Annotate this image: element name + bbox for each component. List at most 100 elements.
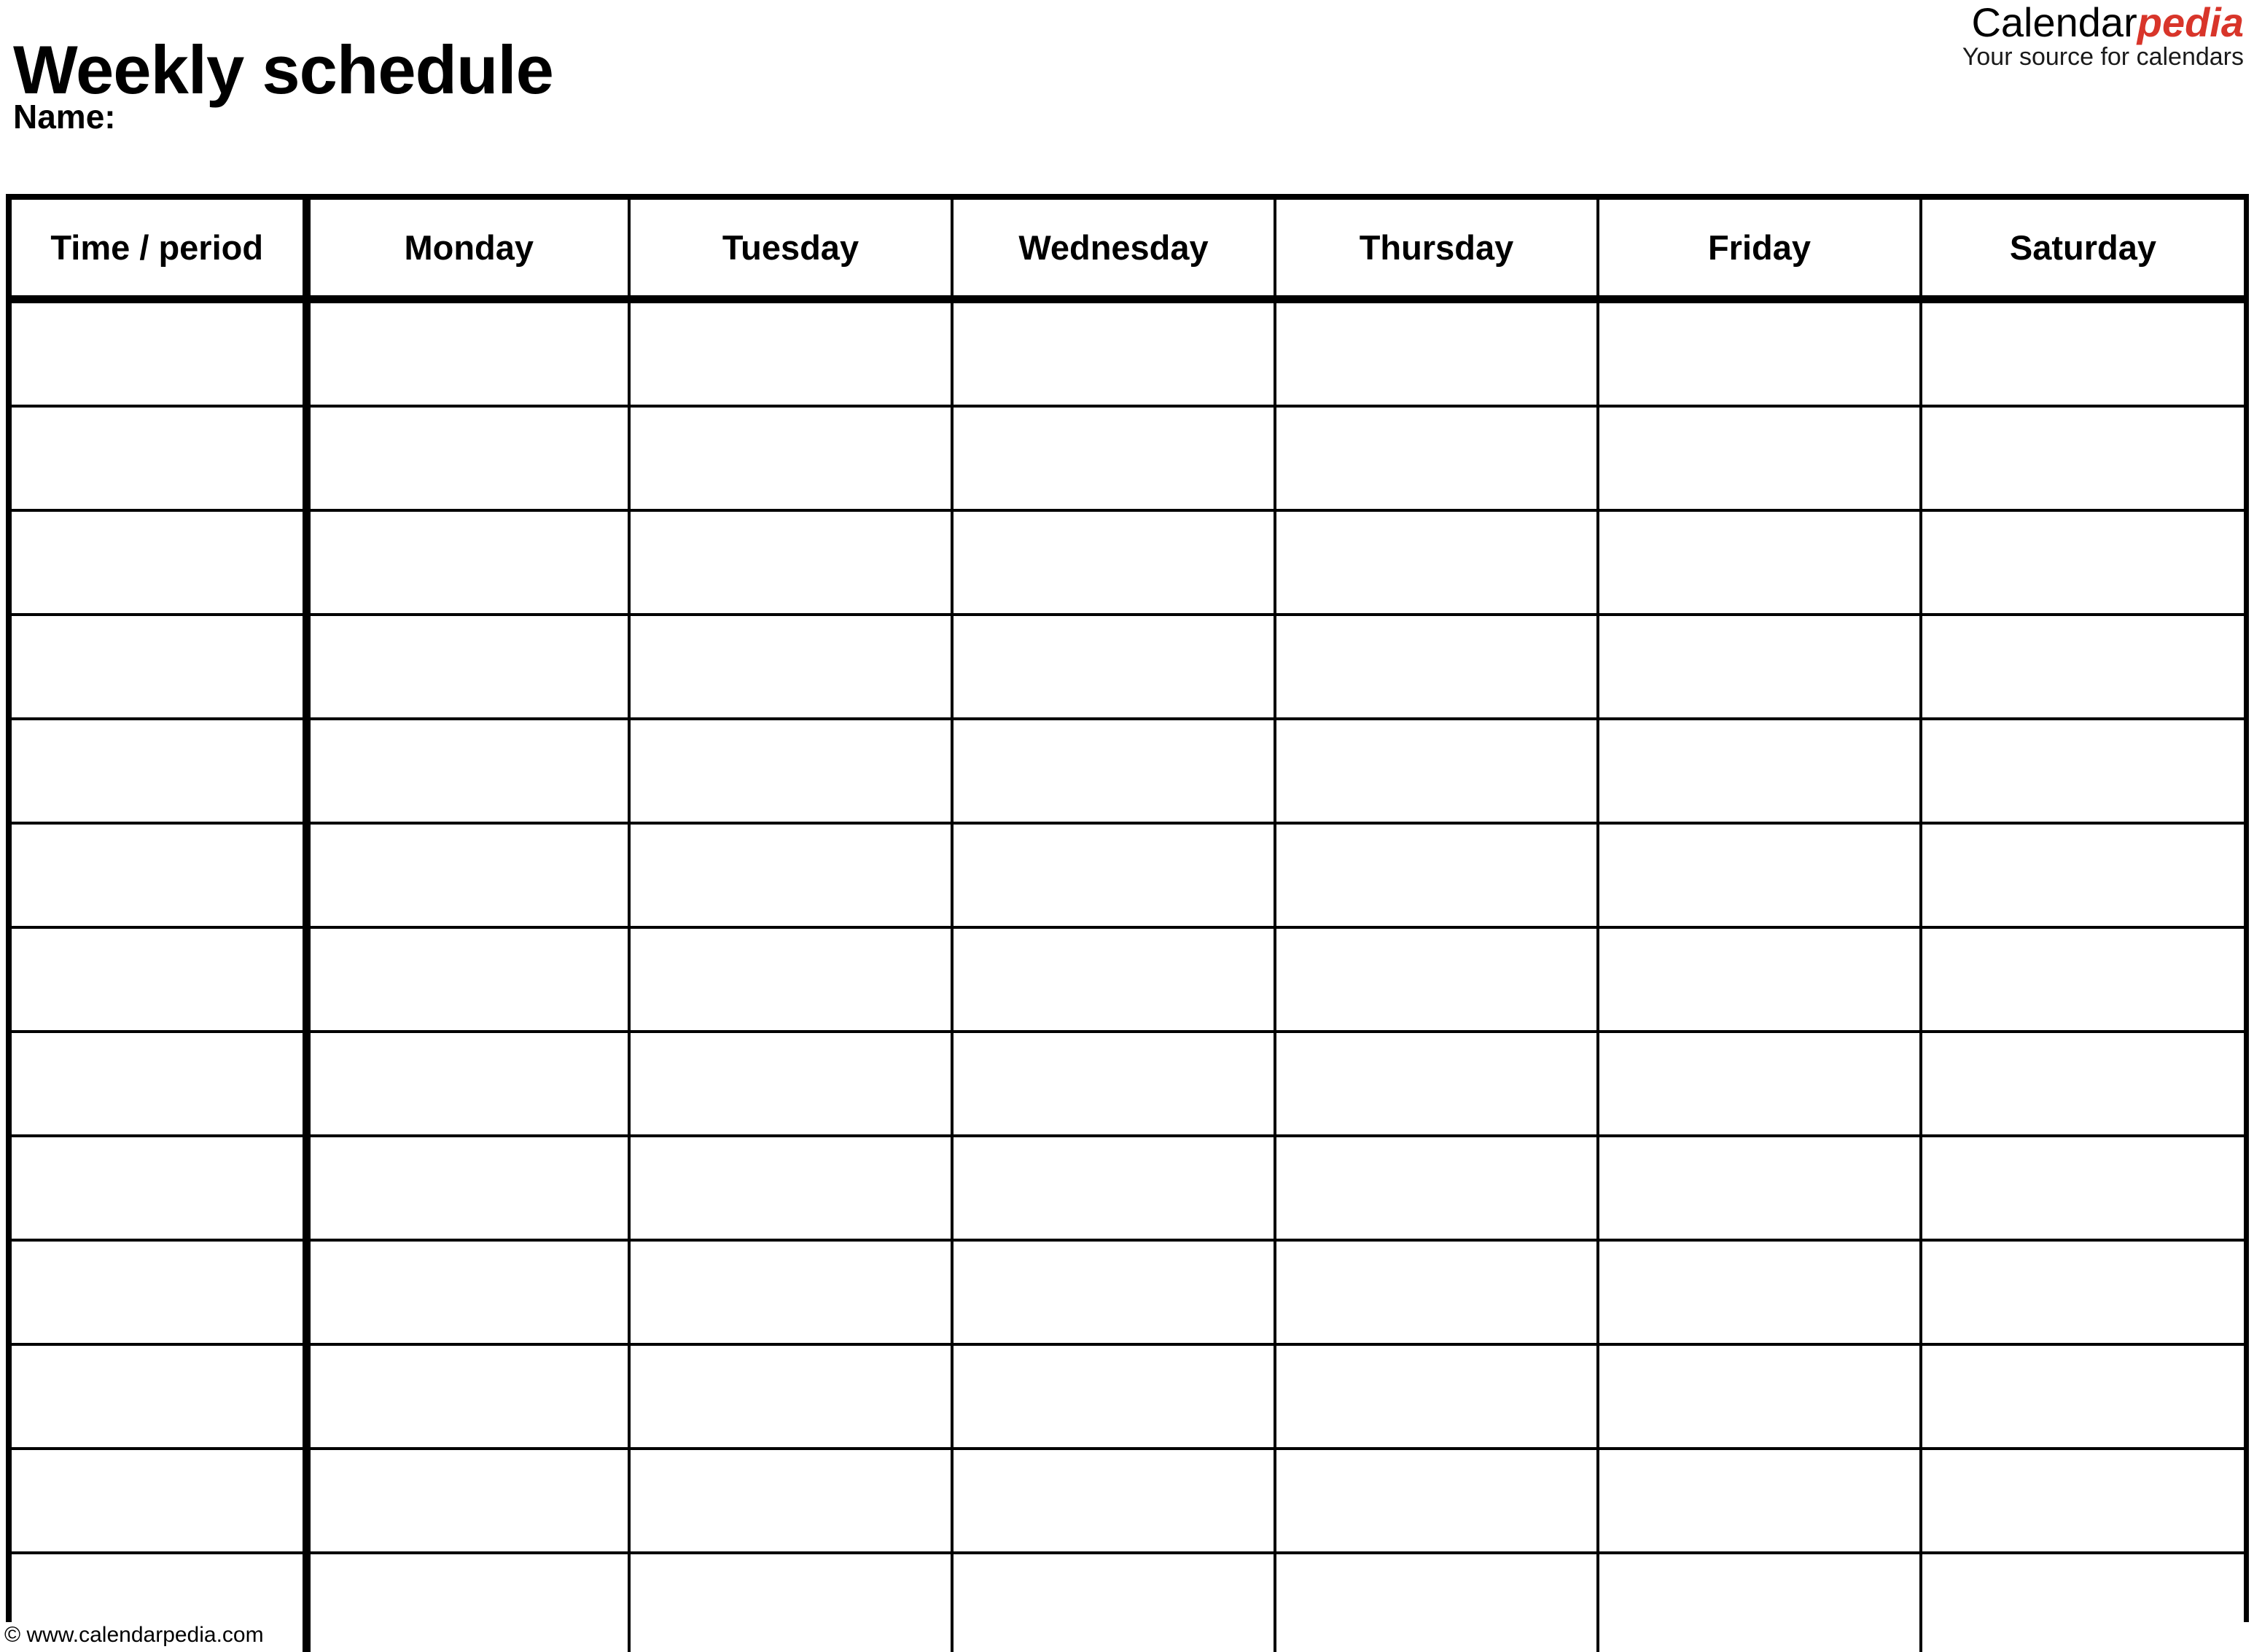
schedule-cell[interactable] — [952, 406, 1276, 512]
table-row — [12, 510, 2244, 616]
schedule-cell[interactable] — [1598, 1136, 1922, 1242]
schedule-cell[interactable] — [306, 927, 631, 1033]
schedule-cell[interactable] — [1598, 1449, 1922, 1554]
schedule-cell[interactable] — [1275, 1449, 1599, 1554]
schedule-cell[interactable] — [306, 1553, 631, 1652]
schedule-cell[interactable] — [306, 299, 631, 408]
schedule-cell[interactable] — [1275, 1032, 1599, 1137]
schedule-cell[interactable] — [952, 1553, 1276, 1652]
schedule-cell[interactable] — [1275, 1136, 1599, 1242]
schedule-cell[interactable] — [629, 719, 954, 825]
schedule-cell[interactable] — [1921, 406, 2244, 512]
schedule-cell[interactable] — [952, 1240, 1276, 1346]
schedule-cell[interactable] — [1598, 927, 1922, 1033]
schedule-cell[interactable] — [629, 1240, 954, 1346]
schedule-cell[interactable] — [629, 1032, 954, 1137]
schedule-cell[interactable] — [306, 719, 631, 825]
schedule-cell[interactable] — [629, 406, 954, 512]
schedule-cell[interactable] — [1921, 927, 2244, 1033]
schedule-cell[interactable] — [1598, 719, 1922, 825]
schedule-cell[interactable] — [1921, 1032, 2244, 1137]
schedule-cell[interactable] — [1275, 1344, 1599, 1450]
schedule-cell[interactable] — [1275, 927, 1599, 1033]
schedule-cell[interactable] — [306, 1032, 631, 1137]
schedule-cell[interactable] — [1598, 406, 1922, 512]
schedule-table-head: Time / period Monday Tuesday Wednesday T… — [12, 200, 2244, 303]
schedule-cell[interactable] — [306, 1136, 631, 1242]
schedule-cell[interactable] — [1921, 1553, 2244, 1652]
header-row: Time / period Monday Tuesday Wednesday T… — [12, 200, 2244, 303]
schedule-cell[interactable] — [952, 823, 1276, 929]
schedule-cell[interactable] — [1275, 823, 1599, 929]
schedule-cell[interactable] — [629, 1449, 954, 1554]
schedule-cell[interactable] — [952, 1449, 1276, 1554]
schedule-cell[interactable] — [306, 1240, 631, 1346]
schedule-cell[interactable] — [306, 406, 631, 512]
column-header-monday: Monday — [306, 200, 631, 303]
schedule-cell[interactable] — [1275, 719, 1599, 825]
table-row — [12, 406, 2244, 512]
schedule-cell[interactable] — [306, 1344, 631, 1450]
schedule-cell[interactable] — [1598, 823, 1922, 929]
schedule-cell[interactable] — [1275, 615, 1599, 720]
schedule-cell[interactable] — [629, 927, 954, 1033]
schedule-cell[interactable] — [952, 1344, 1276, 1450]
time-period-cell[interactable] — [12, 1032, 311, 1137]
time-period-cell[interactable] — [12, 510, 311, 616]
time-period-cell[interactable] — [12, 1240, 311, 1346]
schedule-cell[interactable] — [1598, 1553, 1922, 1652]
schedule-cell[interactable] — [629, 1553, 954, 1652]
schedule-cell[interactable] — [306, 510, 631, 616]
logo-brand-accent: pedia — [2137, 0, 2244, 45]
time-period-cell[interactable] — [12, 927, 311, 1033]
time-period-cell[interactable] — [12, 299, 311, 408]
table-row — [12, 823, 2244, 929]
schedule-cell[interactable] — [1921, 615, 2244, 720]
schedule-cell[interactable] — [629, 823, 954, 929]
schedule-cell[interactable] — [1921, 719, 2244, 825]
schedule-cell[interactable] — [1598, 1240, 1922, 1346]
schedule-cell[interactable] — [1921, 1449, 2244, 1554]
schedule-cell[interactable] — [306, 823, 631, 929]
schedule-cell[interactable] — [1598, 510, 1922, 616]
time-period-cell[interactable] — [12, 406, 311, 512]
schedule-cell[interactable] — [1921, 1344, 2244, 1450]
time-period-cell[interactable] — [12, 1449, 311, 1554]
schedule-cell[interactable] — [952, 1136, 1276, 1242]
schedule-cell[interactable] — [1921, 823, 2244, 929]
schedule-cell[interactable] — [1598, 615, 1922, 720]
schedule-cell[interactable] — [952, 719, 1276, 825]
schedule-cell[interactable] — [952, 299, 1276, 408]
schedule-cell[interactable] — [952, 510, 1276, 616]
schedule-cell[interactable] — [952, 927, 1276, 1033]
schedule-cell[interactable] — [629, 1344, 954, 1450]
time-period-cell[interactable] — [12, 823, 311, 929]
schedule-cell[interactable] — [1921, 510, 2244, 616]
table-row — [12, 1344, 2244, 1450]
schedule-cell[interactable] — [1921, 299, 2244, 408]
time-period-cell[interactable] — [12, 615, 311, 720]
schedule-cell[interactable] — [952, 615, 1276, 720]
schedule-cell[interactable] — [1275, 406, 1599, 512]
schedule-cell[interactable] — [629, 510, 954, 616]
schedule-cell[interactable] — [1598, 1032, 1922, 1137]
schedule-cell[interactable] — [1921, 1240, 2244, 1346]
schedule-cell[interactable] — [1921, 1136, 2244, 1242]
schedule-cell[interactable] — [1598, 1344, 1922, 1450]
schedule-cell[interactable] — [1598, 299, 1922, 408]
schedule-cell[interactable] — [1275, 510, 1599, 616]
name-field-label: Name: — [13, 98, 116, 136]
schedule-cell[interactable] — [1275, 1240, 1599, 1346]
time-period-cell[interactable] — [12, 1344, 311, 1450]
time-period-cell[interactable] — [12, 1136, 311, 1242]
schedule-cell[interactable] — [1275, 1553, 1599, 1652]
schedule-cell[interactable] — [629, 1136, 954, 1242]
time-period-cell[interactable] — [12, 719, 311, 825]
schedule-cell[interactable] — [306, 615, 631, 720]
page-title: Weekly schedule — [13, 31, 554, 108]
schedule-cell[interactable] — [1275, 299, 1599, 408]
schedule-cell[interactable] — [952, 1032, 1276, 1137]
schedule-cell[interactable] — [306, 1449, 631, 1554]
schedule-cell[interactable] — [629, 299, 954, 408]
schedule-cell[interactable] — [629, 615, 954, 720]
